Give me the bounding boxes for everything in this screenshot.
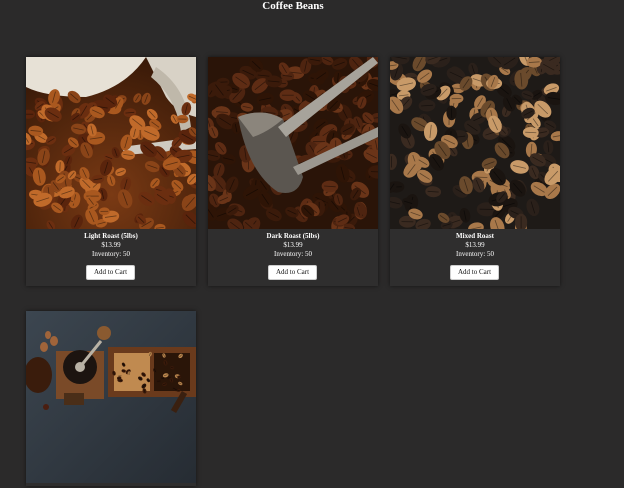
product-info: Light Roast (5lbs) $13.99 Inventory: 50 [26, 232, 196, 259]
product-inventory: Inventory: 50 [274, 250, 312, 258]
product-price: $13.99 [283, 241, 303, 249]
add-to-cart-button[interactable]: Add to Cart [268, 265, 317, 280]
add-to-cart-button[interactable]: Add to Cart [86, 265, 135, 280]
product-card-light-roast: Light Roast (5lbs) $13.99 Inventory: 50 … [26, 57, 196, 286]
product-price: $13.99 [101, 241, 121, 249]
product-image-light-roast [26, 57, 196, 229]
product-name: Light Roast (5lbs) [84, 232, 138, 240]
product-image-mixed-roast [390, 57, 560, 229]
product-price: $13.99 [465, 241, 485, 249]
product-inventory: Inventory: 50 [456, 250, 494, 258]
product-card-mixed-roast: Mixed Roast $13.99 Inventory: 50 Add to … [390, 57, 560, 286]
add-to-cart-button[interactable]: Add to Cart [450, 265, 499, 280]
product-name: Dark Roast (5lbs) [266, 232, 320, 240]
product-image-dark-roast [208, 57, 378, 229]
product-card-grinder [26, 311, 196, 486]
page-title: Coffee Beans [262, 0, 324, 12]
product-info: Dark Roast (5lbs) $13.99 Inventory: 50 [208, 232, 378, 259]
product-name: Mixed Roast [456, 232, 494, 240]
product-image-grinder [26, 311, 196, 483]
page: Coffee Beans Light Roast (5lbs) $13.99 I… [0, 0, 624, 488]
product-info: Mixed Roast $13.99 Inventory: 50 [390, 232, 560, 259]
product-card-dark-roast: Dark Roast (5lbs) $13.99 Inventory: 50 A… [208, 57, 378, 286]
product-inventory: Inventory: 50 [92, 250, 130, 258]
